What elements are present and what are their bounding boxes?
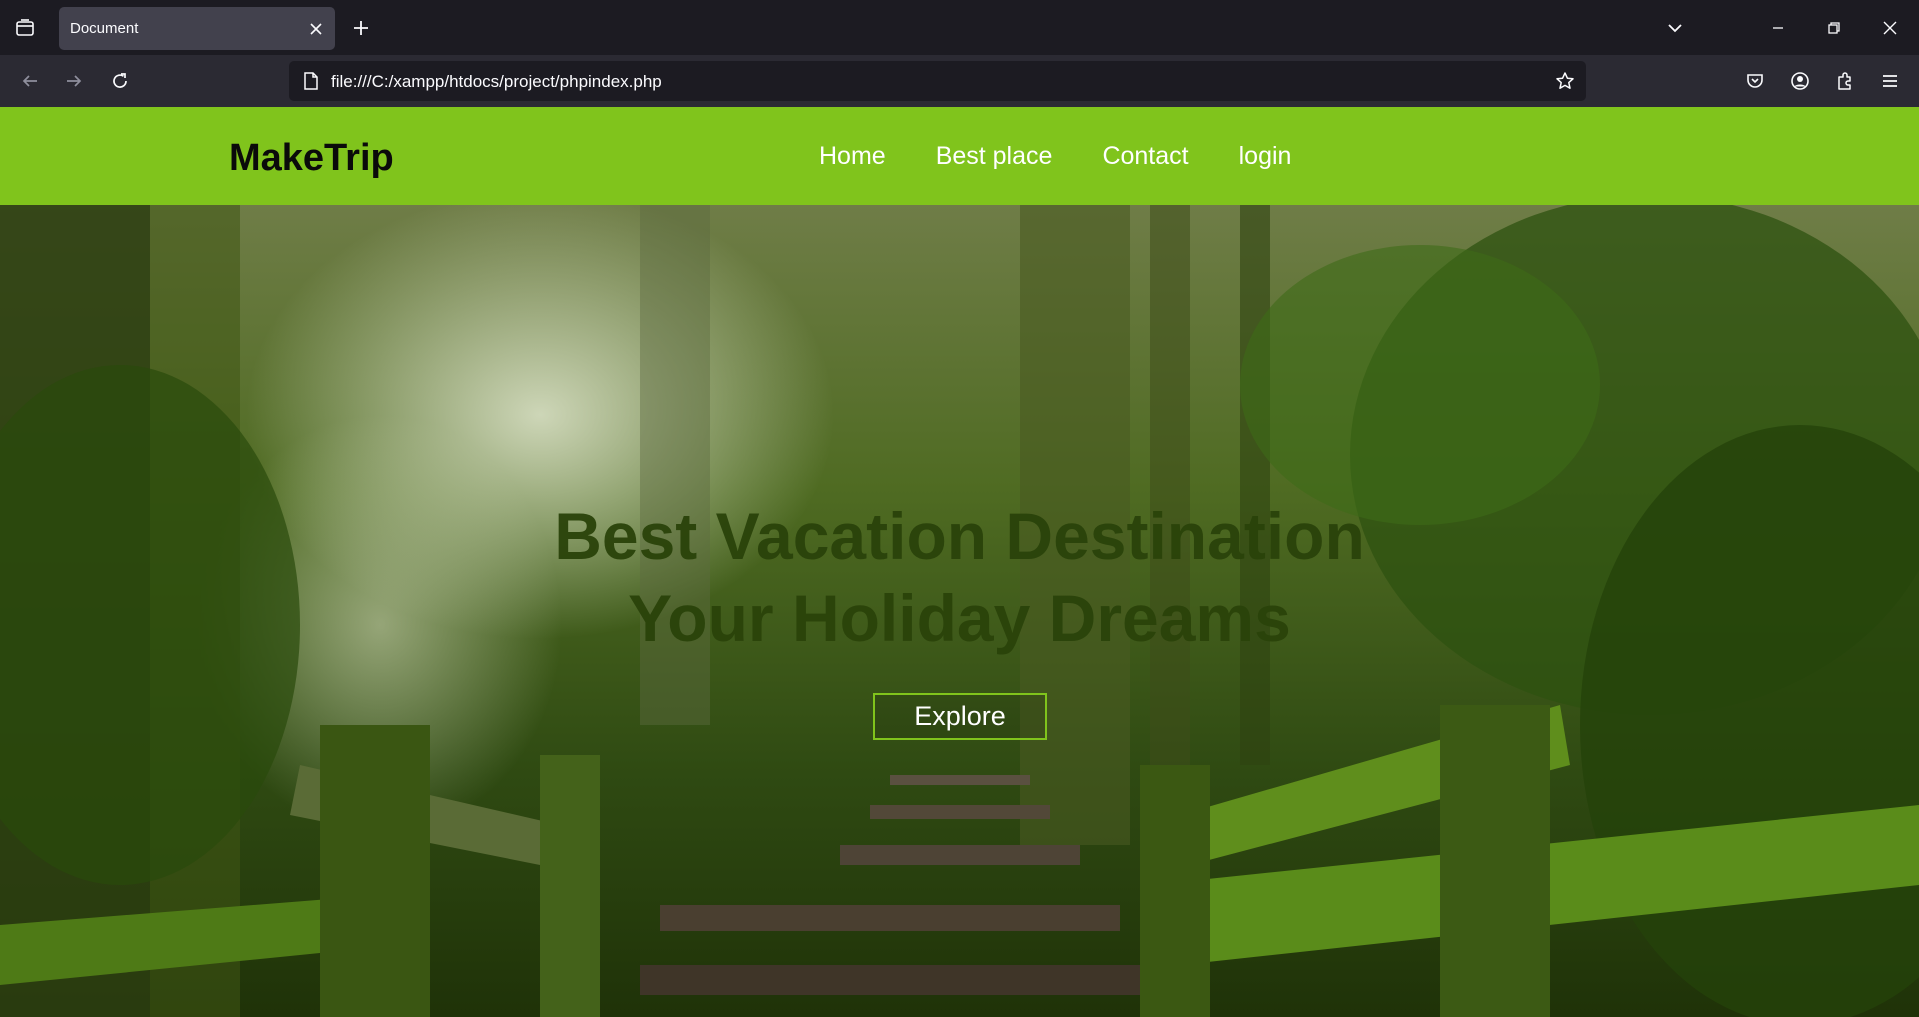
browser-toolbar: file:///C:/xampp/htdocs/project/phpindex… <box>0 55 1919 107</box>
reload-button[interactable] <box>103 64 137 98</box>
browser-tab[interactable]: Document <box>59 7 335 50</box>
web-page: MakeTrip Home Best place Contact login B… <box>0 107 1919 1017</box>
arrow-right-icon <box>67 75 82 87</box>
restore-button[interactable] <box>1814 8 1854 48</box>
site-logo[interactable]: MakeTrip <box>229 137 394 180</box>
nav-link-login[interactable]: login <box>1239 142 1292 171</box>
firefox-view-icon <box>16 19 34 36</box>
new-tab-button[interactable] <box>344 12 378 44</box>
hamburger-menu-icon <box>1883 75 1897 87</box>
page-icon <box>300 70 322 92</box>
pocket-icon <box>1747 74 1763 88</box>
site-header: MakeTrip Home Best place Contact login <box>0 107 1919 205</box>
tab-close-button[interactable] <box>303 16 329 42</box>
account-icon <box>1791 72 1809 90</box>
window-close-button[interactable] <box>1870 8 1910 48</box>
arrow-left-icon <box>22 75 37 87</box>
list-all-tabs-button[interactable] <box>1655 8 1695 48</box>
nav-link-home[interactable]: Home <box>819 142 886 171</box>
close-icon <box>310 23 322 35</box>
star-icon <box>1556 72 1574 89</box>
account-button[interactable] <box>1783 64 1817 98</box>
close-icon <box>1883 21 1897 35</box>
puzzle-icon <box>1838 72 1851 90</box>
chevron-down-icon <box>1668 24 1682 33</box>
url-bar[interactable]: file:///C:/xampp/htdocs/project/phpindex… <box>289 61 1586 101</box>
minimize-button[interactable] <box>1758 8 1798 48</box>
site-nav: Home Best place Contact login <box>819 142 1341 171</box>
back-button[interactable] <box>13 64 47 98</box>
explore-button[interactable]: Explore <box>873 693 1047 740</box>
bookmark-star-button[interactable] <box>1552 68 1578 94</box>
nav-link-best-place[interactable]: Best place <box>936 142 1053 171</box>
restore-icon <box>1828 22 1840 34</box>
hero-title: Best Vacation Destination Your Holiday D… <box>0 495 1919 659</box>
extensions-button[interactable] <box>1828 64 1862 98</box>
plus-icon <box>354 21 368 35</box>
nav-link-contact[interactable]: Contact <box>1102 142 1188 171</box>
pocket-button[interactable] <box>1738 64 1772 98</box>
hero-title-line1: Best Vacation Destination <box>554 499 1365 573</box>
firefox-view-button[interactable] <box>8 12 42 44</box>
minimize-icon <box>1773 27 1783 29</box>
menu-button[interactable] <box>1873 64 1907 98</box>
hero-section: Best Vacation Destination Your Holiday D… <box>0 205 1919 1017</box>
hero-title-line2: Your Holiday Dreams <box>628 581 1291 655</box>
browser-tabbar: Document <box>0 0 1919 55</box>
forward-button[interactable] <box>57 64 91 98</box>
tab-title: Document <box>70 20 139 37</box>
reload-icon <box>113 73 127 88</box>
url-text: file:///C:/xampp/htdocs/project/phpindex… <box>331 72 662 91</box>
